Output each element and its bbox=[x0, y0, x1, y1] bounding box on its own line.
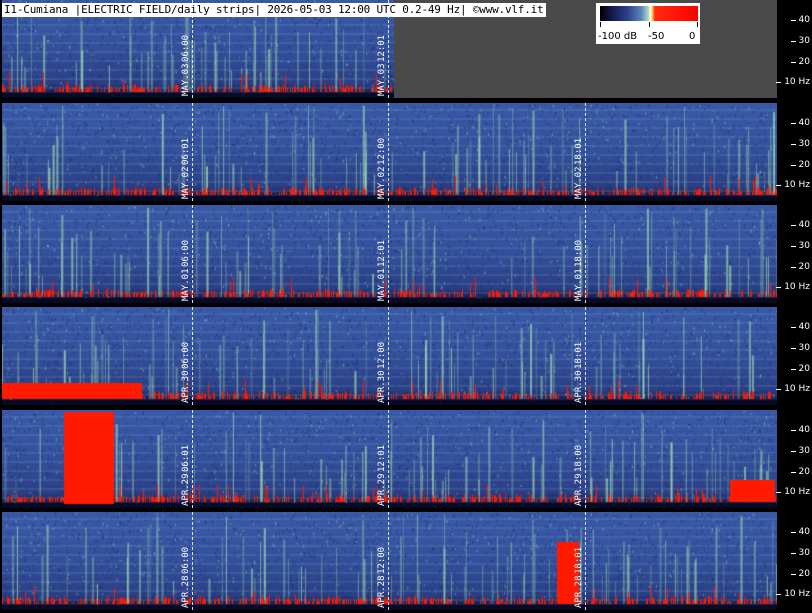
date-label: MAY.03 bbox=[181, 63, 191, 96]
time-label: 12:00 bbox=[377, 546, 387, 574]
time-marker-line bbox=[585, 410, 586, 508]
frequency-axis: 40 30 20 10 Hz bbox=[776, 307, 812, 405]
frequency-tick-label: 10 Hz bbox=[776, 282, 810, 292]
date-label: MAY.01 bbox=[377, 268, 387, 301]
frequency-tick-label: 30 bbox=[790, 139, 810, 149]
time-label: 06:01 bbox=[181, 137, 191, 165]
time-marker-line bbox=[388, 205, 389, 303]
time-label: 06:00 bbox=[181, 34, 191, 62]
spectrogram-canvas bbox=[2, 512, 777, 610]
frequency-tick-label: 30 bbox=[790, 36, 810, 46]
colorbar-tick bbox=[697, 22, 698, 27]
time-marker-line bbox=[192, 307, 193, 405]
frequency-axis: 40 30 20 10 Hz bbox=[776, 410, 812, 508]
frequency-tick-label: 40 bbox=[790, 527, 810, 537]
frequency-tick-label: 10 Hz bbox=[776, 487, 810, 497]
frequency-tick-label: 20 bbox=[790, 160, 810, 170]
colorbar-label-mid: -50 bbox=[648, 31, 665, 42]
time-marker-line bbox=[585, 205, 586, 303]
frequency-tick-label: 40 bbox=[790, 220, 810, 230]
time-marker-line bbox=[388, 103, 389, 201]
frequency-axis: 40 30 20 10 Hz bbox=[776, 205, 812, 303]
time-marker-line bbox=[388, 307, 389, 405]
frequency-tick-label: 30 bbox=[790, 343, 810, 353]
date-label: MAY.01 bbox=[181, 268, 191, 301]
time-marker-line bbox=[192, 205, 193, 303]
frequency-axis: 40 30 20 10 Hz bbox=[776, 0, 812, 98]
time-label: 06:00 bbox=[181, 546, 191, 574]
date-label: APR.29 bbox=[181, 473, 191, 506]
colorbar-label-max: 0 bbox=[689, 31, 696, 42]
frequency-tick-label: 30 bbox=[790, 446, 810, 456]
frequency-tick-label: 40 bbox=[790, 15, 810, 25]
date-label: APR.28 bbox=[377, 575, 387, 608]
frequency-tick-label: 40 bbox=[790, 118, 810, 128]
date-label: APR.30 bbox=[574, 370, 584, 403]
time-label: 06:01 bbox=[181, 444, 191, 472]
frequency-tick-label: 20 bbox=[790, 569, 810, 579]
time-label: 06:00 bbox=[181, 341, 191, 369]
strip-apr-30: APR.30 06:00 APR.30 12:00 APR.30 18:01 bbox=[2, 307, 777, 405]
date-label: MAY.01 bbox=[574, 268, 584, 301]
colorbar-tick bbox=[649, 22, 650, 27]
date-label: APR.28 bbox=[574, 575, 584, 608]
date-label: APR.28 bbox=[181, 575, 191, 608]
time-label: 12:01 bbox=[377, 34, 387, 62]
time-marker-line bbox=[585, 307, 586, 405]
time-label: 18:01 bbox=[574, 546, 584, 574]
time-label: 18:01 bbox=[574, 137, 584, 165]
date-label: APR.29 bbox=[574, 473, 584, 506]
frequency-tick-label: 20 bbox=[790, 57, 810, 67]
frequency-axis: 40 30 20 10 Hz bbox=[776, 512, 812, 610]
time-label: 12:01 bbox=[377, 444, 387, 472]
time-marker-line bbox=[388, 512, 389, 610]
time-marker-line bbox=[192, 512, 193, 610]
frequency-tick-label: 20 bbox=[790, 467, 810, 477]
time-label: 12:01 bbox=[377, 239, 387, 267]
spectrogram-canvas bbox=[2, 205, 777, 303]
frequency-tick-label: 20 bbox=[790, 364, 810, 374]
date-label: APR.30 bbox=[181, 370, 191, 403]
date-label: APR.29 bbox=[377, 473, 387, 506]
strip-may-02: MAY.02 06:01 MAY.02 12:00 MAY.02 18:01 bbox=[2, 103, 777, 201]
frequency-tick-label: 10 Hz bbox=[776, 384, 810, 394]
time-label: 18:00 bbox=[574, 444, 584, 472]
colorbar: -100 dB -50 0 bbox=[596, 3, 700, 44]
time-label: 12:00 bbox=[377, 137, 387, 165]
colorbar-gradient bbox=[600, 6, 698, 21]
frequency-tick-label: 10 Hz bbox=[776, 589, 810, 599]
strip-apr-28: APR.28 06:00 APR.28 12:00 APR.28 18:01 bbox=[2, 512, 777, 610]
frequency-tick-label: 30 bbox=[790, 548, 810, 558]
spectrogram-canvas bbox=[2, 103, 777, 201]
date-label: APR.30 bbox=[377, 370, 387, 403]
time-marker-line bbox=[192, 410, 193, 508]
time-label: 18:01 bbox=[574, 341, 584, 369]
spectrogram-canvas bbox=[2, 410, 777, 508]
time-marker-line bbox=[585, 512, 586, 610]
time-marker-line bbox=[388, 410, 389, 508]
time-label: 12:00 bbox=[377, 341, 387, 369]
date-label: MAY.02 bbox=[377, 166, 387, 199]
time-marker-line bbox=[192, 103, 193, 201]
date-label: MAY.02 bbox=[181, 166, 191, 199]
page-title: I1-Cumiana |ELECTRIC FIELD/daily strips|… bbox=[2, 3, 546, 17]
colorbar-tick bbox=[600, 22, 601, 27]
time-marker-line bbox=[585, 103, 586, 201]
strip-apr-29: APR.29 06:01 APR.29 12:01 APR.29 18:00 bbox=[2, 410, 777, 508]
frequency-tick-label: 40 bbox=[790, 322, 810, 332]
frequency-tick-label: 30 bbox=[790, 241, 810, 251]
date-label: MAY.02 bbox=[574, 166, 584, 199]
date-label: MAY.03 bbox=[377, 63, 387, 96]
time-label: 06:00 bbox=[181, 239, 191, 267]
frequency-tick-label: 10 Hz bbox=[776, 77, 810, 87]
frequency-tick-label: 10 Hz bbox=[776, 180, 810, 190]
colorbar-label-min: -100 dB bbox=[598, 31, 638, 42]
frequency-axis: 40 30 20 10 Hz bbox=[776, 103, 812, 201]
time-label: 18:00 bbox=[574, 239, 584, 267]
frequency-tick-label: 40 bbox=[790, 425, 810, 435]
strip-may-01: MAY.01 06:00 MAY.01 12:01 MAY.01 18:00 bbox=[2, 205, 777, 303]
spectrogram-canvas bbox=[2, 307, 777, 405]
frequency-tick-label: 20 bbox=[790, 262, 810, 272]
spectrogram-viewer: MAY.03 06:00 MAY.03 12:01 40 30 20 10 Hz MAY.02 0… bbox=[0, 0, 812, 613]
